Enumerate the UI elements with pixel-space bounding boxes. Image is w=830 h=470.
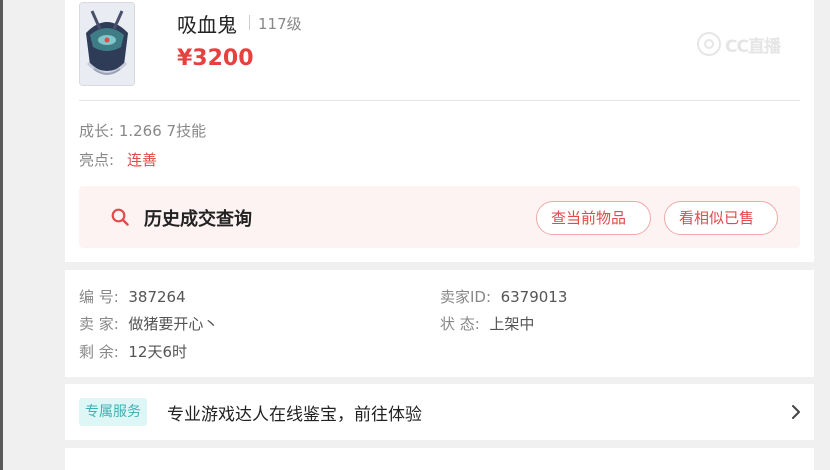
- item-level: 117级: [258, 15, 302, 33]
- seller-id-label: 卖家ID:: [440, 288, 492, 306]
- remaining-label: 剩 余:: [79, 343, 119, 361]
- seller-value: 做猪要开心丶: [128, 315, 219, 333]
- detail-status: 状 态: 上架中: [440, 313, 534, 334]
- status-value: 上架中: [489, 315, 535, 333]
- remaining-value: 12天6时: [128, 343, 188, 361]
- number-value: 387264: [128, 288, 186, 306]
- highlight-value: 连善: [127, 151, 158, 169]
- service-banner[interactable]: 专属服务 专业游戏达人在线鉴宝，前往体验: [65, 384, 814, 440]
- detail-number: 编 号: 387264: [79, 286, 186, 307]
- window-edge: [0, 0, 3, 470]
- query-current-item-button[interactable]: 查当前物品: [536, 201, 651, 235]
- item-card: 吸血鬼 117级 ¥3200 CC直播 成长: 1.266 7技能 亮点: 连善…: [65, 0, 814, 262]
- details-card: 编 号: 387264 卖 家: 做猪要开心丶 剩 余: 12天6时 卖家ID:…: [65, 270, 814, 377]
- detail-seller-id: 卖家ID: 6379013: [440, 286, 567, 307]
- history-title: 历史成交查询: [144, 209, 252, 230]
- cc-logo-icon: [697, 32, 721, 56]
- service-tag: 专属服务: [79, 398, 147, 426]
- search-icon: [111, 208, 129, 226]
- seller-id-value: 6379013: [500, 288, 568, 306]
- item-name: 吸血鬼: [177, 13, 237, 37]
- level-divider: [249, 15, 250, 30]
- detail-seller: 卖 家: 做猪要开心丶: [79, 313, 218, 334]
- divider: [79, 100, 800, 101]
- number-label: 编 号:: [79, 288, 119, 306]
- service-text: 专业游戏达人在线鉴宝，前往体验: [167, 405, 422, 425]
- highlight-label: 亮点:: [79, 151, 115, 169]
- cc-watermark: CC直播: [697, 30, 781, 58]
- item-price: ¥3200: [177, 46, 254, 71]
- watermark-text: CC直播: [725, 36, 781, 57]
- chevron-right-icon[interactable]: [787, 403, 805, 421]
- status-label: 状 态:: [440, 315, 480, 333]
- item-thumbnail[interactable]: [79, 2, 135, 86]
- view-similar-sold-button[interactable]: 看相似已售: [664, 201, 778, 235]
- history-query-panel: 历史成交查询 查当前物品 看相似已售: [79, 186, 800, 248]
- next-section-card: [65, 448, 814, 470]
- detail-remaining: 剩 余: 12天6时: [79, 341, 187, 362]
- growth-info: 成长: 1.266 7技能: [79, 122, 207, 140]
- seller-label: 卖 家:: [79, 315, 119, 333]
